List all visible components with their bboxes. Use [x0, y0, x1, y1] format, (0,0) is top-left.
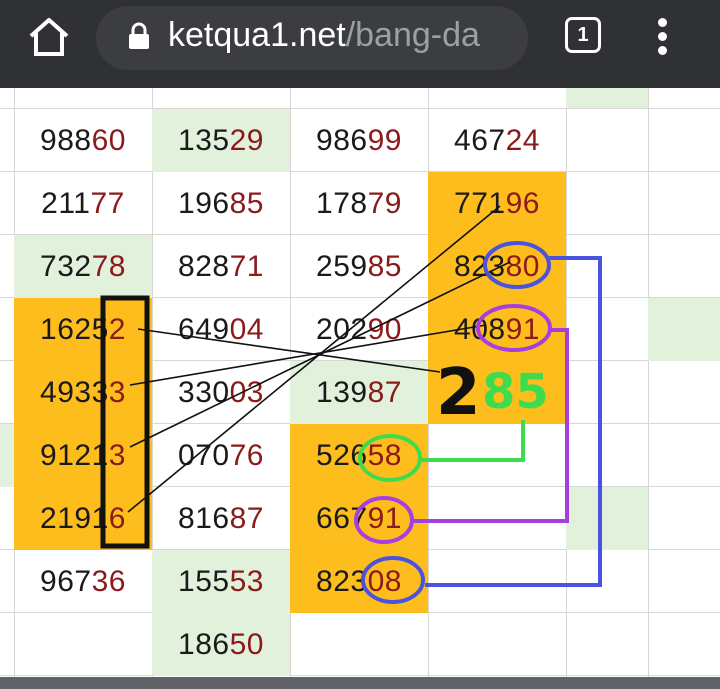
purple-circle [354, 496, 414, 544]
green-digits: 85 [482, 364, 549, 420]
blue-circle [361, 556, 425, 604]
purple-circle [476, 304, 552, 352]
big-digit: 2 [436, 356, 481, 430]
bottom-edge [0, 677, 720, 689]
blue-circle [483, 241, 551, 289]
connector-line [137, 328, 441, 373]
blue-markup [361, 241, 602, 604]
green-circle [358, 434, 422, 482]
connector-line [129, 324, 487, 386]
annotation-overlay: 2 85 [100, 205, 602, 604]
highlight-box [100, 295, 150, 549]
